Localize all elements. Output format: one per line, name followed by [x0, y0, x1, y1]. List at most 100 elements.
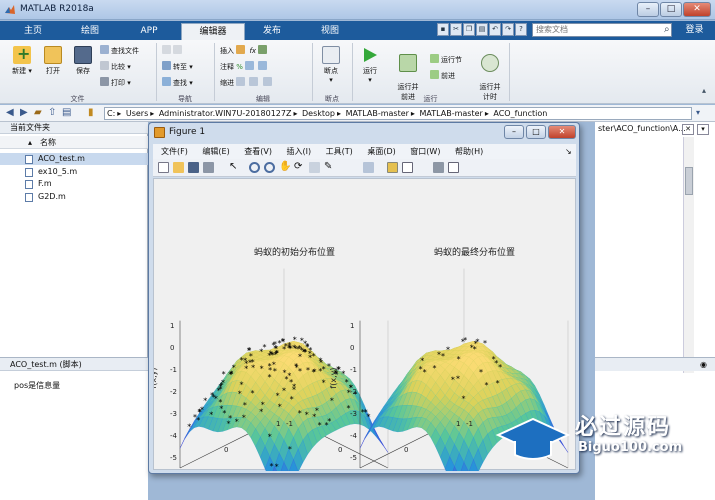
nav-back-fwd[interactable]	[162, 45, 184, 57]
menu-help[interactable]: 帮助(H)	[455, 144, 483, 159]
insert-button[interactable]: 插入 fx	[220, 45, 269, 57]
ant-marker: *	[461, 394, 465, 403]
x-tick-label: -1	[466, 420, 473, 428]
ant-marker: *	[313, 367, 317, 376]
name-column-header[interactable]: ▴ 名称	[0, 136, 148, 149]
zoom-out-icon[interactable]	[264, 162, 275, 173]
file-item[interactable]: ex10_5.m	[0, 166, 148, 178]
path-segment[interactable]: MATLAB-master	[346, 109, 409, 118]
login-button[interactable]: 登录	[678, 22, 711, 38]
find-button[interactable]: 查找 ▾	[162, 77, 193, 89]
path-segment[interactable]: Users	[126, 109, 148, 118]
path-segment[interactable]: Administrator.WIN7U-20180127Z	[159, 109, 292, 118]
save-figure-icon[interactable]	[188, 162, 199, 173]
ant-marker: *	[287, 344, 291, 353]
figure-toolbar: ↖ ✋ ⟳ ✎	[153, 159, 576, 177]
quick-copy-icon[interactable]: ❐	[463, 23, 475, 36]
new-figure-icon[interactable]	[158, 162, 169, 173]
maximize-button[interactable]: □	[660, 2, 682, 17]
panel-options-icon[interactable]: ▾	[697, 124, 709, 135]
file-item[interactable]: ACO_test.m	[0, 153, 148, 165]
data-cursor-icon[interactable]	[309, 162, 320, 173]
scrollbar-thumb[interactable]	[685, 167, 693, 195]
print-button[interactable]: 打印 ▾	[100, 77, 131, 89]
figure-minimize-button[interactable]: –	[504, 125, 524, 139]
path-segment[interactable]: Desktop	[302, 109, 335, 118]
menu-insert[interactable]: 插入(I)	[287, 144, 312, 159]
comment-button[interactable]: 注释 %	[220, 61, 269, 73]
new-button[interactable]: + 新建 ▾	[6, 44, 38, 76]
close-button[interactable]: ✕	[683, 2, 711, 17]
show-plot-tools-icon[interactable]	[448, 162, 459, 173]
hide-plot-tools-icon[interactable]	[433, 162, 444, 173]
path-segment[interactable]: C:	[107, 109, 115, 118]
redo-icon[interactable]: ↷	[502, 23, 514, 36]
tab-apps[interactable]: APP	[130, 23, 168, 40]
quick-save-icon[interactable]: ▪	[437, 23, 449, 36]
back-arrow-icon[interactable]: ◀	[6, 107, 14, 118]
advance-button[interactable]: 前进	[430, 70, 455, 82]
quick-paste-icon[interactable]: ▤	[476, 23, 488, 36]
tab-home[interactable]: 主页	[14, 23, 52, 40]
save-button[interactable]: 保存	[68, 46, 98, 76]
command-window-menu-icon[interactable]: ◉	[700, 360, 707, 369]
colorbar-icon[interactable]	[387, 162, 398, 173]
goto-button[interactable]: 转至 ▾	[162, 61, 193, 73]
find-files-button[interactable]: 查找文件	[100, 45, 139, 57]
path-dropdown-icon[interactable]: ▾	[696, 108, 700, 117]
collapse-ribbon-icon[interactable]: ▴	[702, 86, 706, 95]
up-folder-icon[interactable]: ⇧	[48, 107, 56, 118]
tab-plots[interactable]: 绘图	[70, 23, 110, 40]
z-tick-label: -1	[170, 366, 177, 374]
pointer-icon[interactable]: ↖	[229, 162, 240, 173]
menu-window[interactable]: 窗口(W)	[410, 144, 440, 159]
nav-icon	[162, 45, 171, 54]
app-title: MATLAB R2018a	[20, 4, 94, 14]
file-item[interactable]: F.m	[0, 178, 148, 190]
menu-file[interactable]: 文件(F)	[161, 144, 188, 159]
browse-folder-icon[interactable]: ▤	[62, 107, 71, 118]
menu-edit[interactable]: 编辑(E)	[202, 144, 229, 159]
run-section-button[interactable]: 运行节	[430, 54, 462, 66]
path-segment[interactable]: ACO_function	[493, 109, 547, 118]
search-input[interactable]: 搜索文档	[532, 23, 672, 37]
file-item[interactable]: G2D.m	[0, 191, 148, 203]
path-segment[interactable]: MATLAB-master	[419, 109, 482, 118]
editor-scrollbar[interactable]	[683, 137, 694, 373]
quick-cut-icon[interactable]: ✂	[450, 23, 462, 36]
compare-button[interactable]: 比较 ▾	[100, 61, 131, 73]
minimize-button[interactable]: –	[637, 2, 659, 17]
pan-icon[interactable]: ✋	[279, 162, 291, 173]
figure-close-button[interactable]: ✕	[548, 125, 576, 139]
ant-marker: *	[268, 433, 272, 442]
figure-maximize-button[interactable]: □	[526, 125, 546, 139]
print-figure-icon[interactable]	[203, 162, 214, 173]
tab-publish[interactable]: 发布	[252, 23, 292, 40]
open-button[interactable]: 打开	[38, 46, 68, 76]
panel-close-icon[interactable]: ✕	[682, 124, 694, 135]
folder-icon[interactable]: ▰	[34, 107, 42, 118]
tab-view[interactable]: 视图	[310, 23, 350, 40]
breakpoints-button[interactable]: 断点 ▾	[316, 46, 346, 84]
undo-icon[interactable]: ↶	[489, 23, 501, 36]
open-file-icon[interactable]	[173, 162, 184, 173]
figure-icon	[154, 127, 165, 138]
menu-tools[interactable]: 工具(T)	[326, 144, 353, 159]
menu-desktop[interactable]: 桌面(D)	[367, 144, 395, 159]
menubar-dock-icon[interactable]: ↘	[565, 144, 572, 159]
link-plot-icon[interactable]	[363, 162, 374, 173]
brush-icon[interactable]: ✎	[324, 162, 335, 173]
help-icon[interactable]: ?	[515, 23, 527, 36]
indent-button[interactable]: 缩进	[220, 77, 274, 89]
run-button[interactable]: 运行 ▾	[356, 46, 384, 84]
rotate-3d-icon[interactable]: ⟳	[294, 162, 305, 173]
forward-arrow-icon[interactable]: ▶	[20, 107, 28, 118]
search-icon[interactable]: ⌕	[664, 24, 670, 35]
legend-icon[interactable]	[402, 162, 413, 173]
ant-marker: *	[228, 370, 232, 379]
menu-view[interactable]: 查看(V)	[244, 144, 272, 159]
path-breadcrumb[interactable]: C: ▸ Users ▸ Administrator.WIN7U-20180127Z…	[104, 107, 692, 120]
tab-editor[interactable]: 编辑器	[181, 23, 245, 40]
plot-initial-distribution[interactable]: ****** ******************** **************…	[149, 246, 394, 500]
zoom-in-icon[interactable]	[249, 162, 260, 173]
